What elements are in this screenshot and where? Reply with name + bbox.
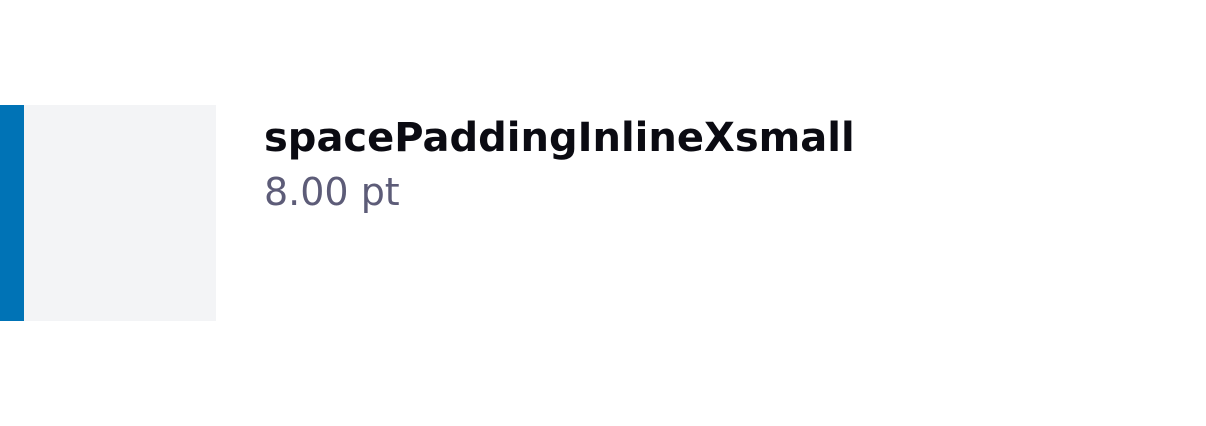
token-name: spacePaddingInlineXsmall [264,115,855,161]
spacing-swatch [0,105,216,321]
spacing-indicator-bar [0,105,24,321]
token-value: 8.00 pt [264,170,400,214]
token-details: spacePaddingInlineXsmall 8.00 pt [264,112,855,216]
